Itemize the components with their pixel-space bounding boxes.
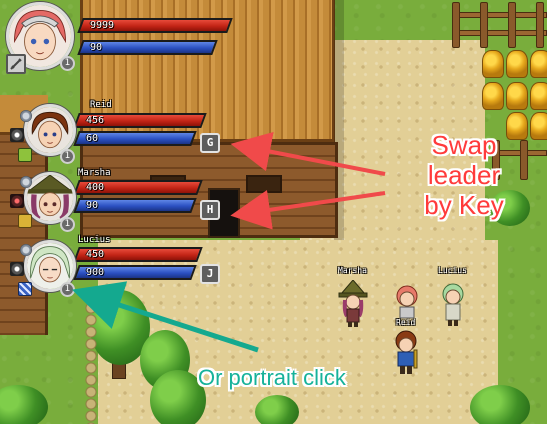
reid-level-badge: 1 (60, 149, 75, 164)
caption-line: leader (427, 160, 501, 190)
gear-icon (20, 110, 32, 122)
farmhouse-window (246, 175, 282, 193)
marsha-hp-value: 400 (86, 182, 105, 193)
caption-line: by Key (424, 190, 504, 220)
reid-hp-bar: 456 (73, 113, 207, 128)
reid-mp-bar: 60 (73, 131, 197, 146)
leader-mp-value: 90 (90, 42, 103, 53)
lucius-mp-value: 900 (86, 267, 105, 278)
hay-bale (530, 50, 547, 78)
sprite-lucius[interactable] (438, 282, 468, 328)
bush (470, 385, 530, 424)
sword-icon (6, 54, 26, 74)
hay-bale (506, 50, 528, 78)
lucius-hp-bar: 450 (73, 247, 203, 262)
lucius-mp-bar: 900 (73, 265, 197, 280)
hay-bale (530, 82, 547, 110)
sprite-marsha[interactable] (338, 280, 368, 328)
marsha-hp-bar: 400 (73, 180, 203, 195)
member-name-marsha: Marsha (78, 168, 111, 178)
sprite-name-lucius: Lucius (438, 266, 467, 275)
swap-key-h[interactable]: H (200, 200, 220, 220)
hay-bale (530, 112, 547, 140)
swap-leader-caption: Swap leader by Key (404, 130, 524, 220)
fence-post (508, 2, 516, 48)
hay-bale (482, 50, 504, 78)
skill-icon (18, 148, 32, 162)
lucius-level-badge: 1 (60, 282, 75, 297)
marsha-mp-bar: 90 (73, 198, 197, 213)
member-name-lucius: Lucius (78, 235, 111, 245)
fence-post (480, 2, 488, 48)
pebble-border (84, 290, 98, 424)
fence-post (536, 2, 544, 48)
hay-bale (506, 82, 528, 110)
gear-icon (20, 244, 32, 256)
leader-hp-bar: 9999 (77, 18, 233, 33)
buff-icon (10, 262, 24, 276)
leader-level-badge: 1 (60, 56, 75, 71)
skill-icon (18, 282, 32, 296)
fence-rail (452, 12, 547, 18)
marsha-level-badge: 1 (60, 217, 75, 232)
leader-mp-bar: 90 (77, 40, 218, 55)
lucius-hp-value: 450 (86, 249, 105, 260)
skill-icon (18, 214, 32, 228)
gear-icon (20, 176, 32, 188)
marsha-mp-value: 90 (86, 200, 99, 211)
reid-mp-value: 60 (86, 133, 99, 144)
sprite-reid[interactable] (390, 330, 422, 376)
bush (255, 395, 299, 424)
leader-hp-value: 9999 (90, 20, 115, 31)
member-name-reid: Reid (90, 100, 112, 110)
swap-key-j[interactable]: J (200, 264, 220, 284)
reid-hp-value: 456 (86, 115, 105, 126)
sprite-reid-head (392, 282, 422, 322)
swap-key-g[interactable]: G (200, 133, 220, 153)
buff-icon (10, 128, 24, 142)
portrait-click-caption: Or portrait click (198, 365, 346, 390)
sprite-name-marsha: Marsha (338, 266, 367, 275)
hay-bale (482, 82, 504, 110)
buff-icon (10, 194, 24, 208)
fence-post (452, 2, 460, 48)
caption-line: Swap (431, 130, 497, 160)
fence-rail (452, 30, 547, 36)
